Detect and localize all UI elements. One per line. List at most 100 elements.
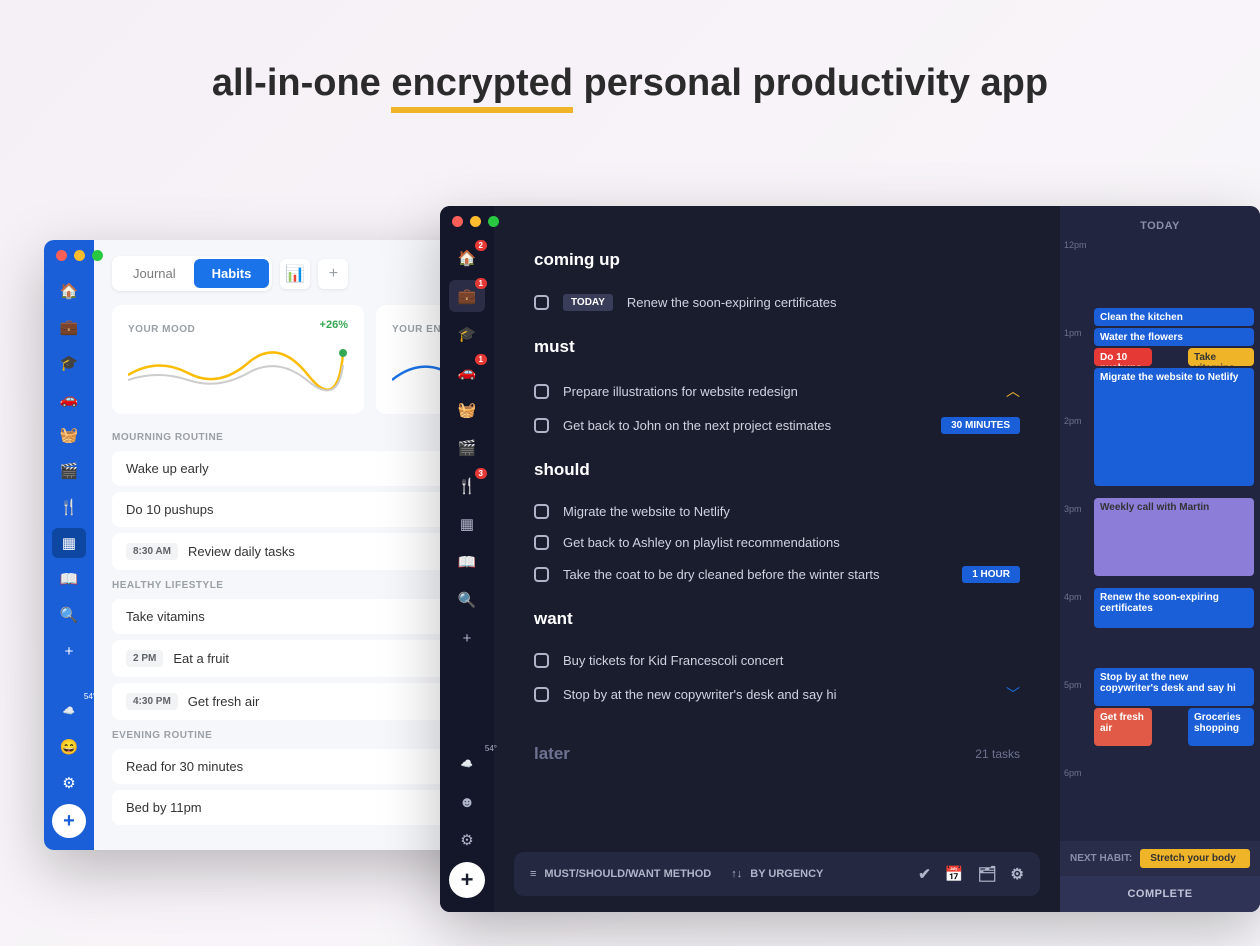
hour-label: 4pm xyxy=(1064,592,1082,602)
basket-icon[interactable]: 🧺 xyxy=(449,394,485,426)
archive-icon[interactable]: 🗂 xyxy=(978,865,997,883)
home-icon[interactable]: 🏠 xyxy=(52,276,86,306)
search-icon[interactable]: 🔍 xyxy=(52,600,86,630)
calendar-event[interactable]: Stop by at the new copywriter's desk and… xyxy=(1094,668,1254,706)
graduation-icon[interactable]: 🎓 xyxy=(449,318,485,350)
checkbox[interactable] xyxy=(534,653,549,668)
hour-label: 12pm xyxy=(1064,240,1087,250)
mood-card[interactable]: YOUR MOOD+26% xyxy=(112,305,364,414)
habit-text: Do 10 pushups xyxy=(126,502,213,517)
habit-text: Eat a fruit xyxy=(173,651,229,666)
plus-icon[interactable]: + xyxy=(449,622,485,654)
habit-text: Get fresh air xyxy=(188,694,260,709)
tasks-window: 🏠2 💼1 🎓 🚗1 🧺 🎬 🍴3 ▦ 📖 🔍 + ☁️54° ☻ ⚙ + co… xyxy=(440,206,1260,912)
book-icon[interactable]: 📖 xyxy=(52,564,86,594)
task-tag: TODAY xyxy=(563,294,613,311)
later-title: later xyxy=(534,744,570,764)
settings-icon[interactable]: ⚙ xyxy=(52,768,86,798)
calendar-panel: TODAY 12pm1pm2pm3pm4pm5pm6pmClean the ki… xyxy=(1060,206,1260,912)
task-row[interactable]: Get back to John on the next project est… xyxy=(534,409,1020,442)
checkbox[interactable] xyxy=(534,687,549,702)
grid-icon[interactable]: ▦ xyxy=(52,528,86,558)
calendar-event[interactable]: Weekly call with Martin xyxy=(1094,498,1254,576)
task-row[interactable]: TODAY Renew the soon-expiring certificate… xyxy=(534,286,1020,319)
tab-segment: Journal Habits xyxy=(112,256,272,291)
task-row[interactable]: Prepare illustrations for website redesi… xyxy=(534,373,1020,409)
group-title: must xyxy=(534,337,1020,357)
grid-icon[interactable]: ▦ xyxy=(449,508,485,540)
task-text: Prepare illustrations for website redesi… xyxy=(563,384,798,399)
complete-button[interactable]: COMPLETE xyxy=(1060,876,1260,912)
calendar-event[interactable]: Do 10 pushups xyxy=(1094,348,1152,366)
habits-tab[interactable]: Habits xyxy=(194,259,270,288)
hour-label: 5pm xyxy=(1064,680,1082,690)
task-row[interactable]: Migrate the website to Netlify xyxy=(534,496,1020,527)
calendar-icon[interactable]: 📅 xyxy=(945,865,964,883)
briefcase-icon[interactable]: 💼1 xyxy=(449,280,485,312)
method-selector[interactable]: ≡MUST/SHOULD/WANT METHOD xyxy=(530,868,711,880)
task-text: Renew the soon-expiring certificates xyxy=(627,295,837,310)
group-title: coming up xyxy=(534,250,1020,270)
next-habit[interactable]: NEXT HABIT: Stretch your body xyxy=(1060,841,1260,876)
hour-label: 6pm xyxy=(1064,768,1082,778)
task-text: Take the coat to be dry cleaned before t… xyxy=(563,567,880,582)
chevron-down-icon[interactable]: ﹀ xyxy=(1006,684,1020,704)
check-icon[interactable]: ✔ xyxy=(918,865,931,883)
add-button[interactable]: + xyxy=(52,804,86,838)
checkbox[interactable] xyxy=(534,535,549,550)
calendar-event[interactable]: Renew the soon-expiring certificates xyxy=(1094,588,1254,628)
calendar-event[interactable]: Water the flowers xyxy=(1094,328,1254,346)
checkbox[interactable] xyxy=(534,567,549,582)
task-row[interactable]: Take the coat to be dry cleaned before t… xyxy=(534,558,1020,591)
add-button[interactable]: + xyxy=(449,862,485,898)
food-icon[interactable]: 🍴3 xyxy=(449,470,485,502)
food-icon[interactable]: 🍴 xyxy=(52,492,86,522)
search-icon[interactable]: 🔍 xyxy=(449,584,485,616)
home-icon[interactable]: 🏠2 xyxy=(449,242,485,274)
task-row[interactable]: Buy tickets for Kid Francescoli concert xyxy=(534,645,1020,676)
weather-icon[interactable]: ☁️54° xyxy=(52,696,86,726)
hour-label: 3pm xyxy=(1064,504,1082,514)
calendar-event[interactable]: Take vitamins xyxy=(1188,348,1254,366)
window-controls[interactable] xyxy=(452,216,499,227)
journal-tab[interactable]: Journal xyxy=(115,259,194,288)
basket-icon[interactable]: 🧺 xyxy=(52,420,86,450)
checkbox[interactable] xyxy=(534,504,549,519)
book-icon[interactable]: 📖 xyxy=(449,546,485,578)
time-badge: 2 PM xyxy=(126,650,163,667)
habit-text: Take vitamins xyxy=(126,609,205,624)
chevron-up-icon[interactable]: ︿ xyxy=(1006,381,1020,401)
sort-selector[interactable]: ↑↓BY URGENCY xyxy=(731,868,823,880)
chart-icon[interactable]: 📊 xyxy=(280,259,310,289)
mood-icon[interactable]: ☻ xyxy=(449,786,485,818)
checkbox[interactable] xyxy=(534,295,549,310)
calendar-event[interactable]: Migrate the website to Netlify xyxy=(1094,368,1254,486)
movie-icon[interactable]: 🎬 xyxy=(52,456,86,486)
car-icon[interactable]: 🚗1 xyxy=(449,356,485,388)
settings-icon[interactable]: ⚙ xyxy=(449,824,485,856)
calendar-event[interactable]: Get fresh air xyxy=(1094,708,1152,746)
mood-icon[interactable]: 😄 xyxy=(52,732,86,762)
task-text: Buy tickets for Kid Francescoli concert xyxy=(563,653,783,668)
movie-icon[interactable]: 🎬 xyxy=(449,432,485,464)
add-view-icon[interactable]: + xyxy=(318,259,348,289)
weather-icon[interactable]: ☁️54° xyxy=(449,748,485,780)
gear-icon[interactable]: ⚙ xyxy=(1011,865,1024,883)
checkbox[interactable] xyxy=(534,418,549,433)
calendar-event[interactable]: Clean the kitchen xyxy=(1094,308,1254,326)
duration-badge: 1 HOUR xyxy=(962,566,1020,583)
task-row[interactable]: Stop by at the new copywriter's desk and… xyxy=(534,676,1020,712)
plus-icon[interactable]: + xyxy=(52,636,86,666)
calendar-title: TODAY xyxy=(1060,206,1260,240)
duration-badge: 30 MINUTES xyxy=(941,417,1020,434)
briefcase-icon[interactable]: 💼 xyxy=(52,312,86,342)
layers-icon: ≡ xyxy=(530,868,536,880)
window-controls[interactable] xyxy=(56,250,103,261)
task-text: Get back to Ashley on playlist recommend… xyxy=(563,535,840,550)
graduation-icon[interactable]: 🎓 xyxy=(52,348,86,378)
calendar-event[interactable]: Groceries shopping xyxy=(1188,708,1254,746)
checkbox[interactable] xyxy=(534,384,549,399)
habit-text: Bed by 11pm xyxy=(126,800,202,815)
car-icon[interactable]: 🚗 xyxy=(52,384,86,414)
task-row[interactable]: Get back to Ashley on playlist recommend… xyxy=(534,527,1020,558)
